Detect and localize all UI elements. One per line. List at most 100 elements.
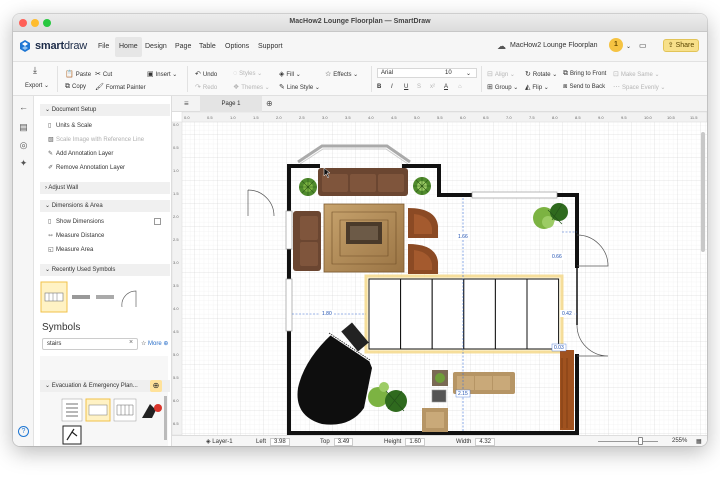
collapse-arrow-icon[interactable]: ← xyxy=(18,102,29,113)
fill-button[interactable]: ◈ Fill ⌄ xyxy=(279,70,301,78)
recently-used-section[interactable]: ⌄ Recently Used Symbols xyxy=(40,264,170,276)
add-page-icon[interactable]: ⊕ xyxy=(266,99,273,108)
floorplan-svg[interactable]: 0.0 0.5 1.0 1.5 2.0 2.5 3.0 3.5 4.0 4.5 5.0 5.5 6.0 6… xyxy=(172,112,707,435)
zoom-slider[interactable] xyxy=(598,441,658,442)
horizontal-ruler[interactable] xyxy=(181,112,707,123)
library-scrollbar[interactable] xyxy=(164,396,167,440)
ruler-tick-label: 0.5 xyxy=(207,115,213,120)
line-style-button[interactable]: ✎ Line Style ⌄ xyxy=(279,83,320,91)
group-button[interactable]: ⊞ Group ⌄ xyxy=(487,83,518,91)
measure-distance-item[interactable]: ⇿ Measure Distance xyxy=(48,232,104,239)
document-name[interactable]: MacHow2 Lounge Floorplan xyxy=(510,42,598,49)
map-icon[interactable]: ▦ xyxy=(696,438,702,445)
rotate-button[interactable]: ↻ Rotate ⌄ xyxy=(525,70,557,78)
cut-button[interactable]: ✂ Cut xyxy=(95,70,112,78)
space-evenly-button[interactable]: ⋯ Space Evenly ⌄ xyxy=(613,83,665,91)
stair-tread[interactable] xyxy=(368,278,402,350)
user-menu-chevron-icon[interactable]: ⌄ xyxy=(626,43,631,50)
copy-button[interactable]: ⧉ Copy xyxy=(65,83,86,91)
flip-button[interactable]: ◭ Flip ⌄ xyxy=(525,83,549,91)
font-family-select[interactable]: Arial 10 ⌄ xyxy=(377,68,477,78)
menu-design[interactable]: Design xyxy=(145,43,167,50)
underline-button[interactable]: U xyxy=(404,84,408,90)
align-button[interactable]: ⊟ Align ⌄ xyxy=(487,70,515,78)
add-annotation-item[interactable]: ✎ Add Annotation Layer xyxy=(48,150,113,157)
cloud-sync-icon[interactable]: ☁ xyxy=(497,41,506,52)
width-field[interactable]: Width 4.32 xyxy=(456,438,496,446)
adjust-wall-section[interactable]: › Adjust Wall xyxy=(40,182,170,194)
symbol-stairs-1[interactable] xyxy=(61,398,83,422)
database-icon[interactable]: ◎ xyxy=(18,140,29,151)
show-dimensions-item[interactable]: ▯ Show Dimensions xyxy=(48,218,104,225)
text-more-icon[interactable]: ⌂ xyxy=(458,84,462,90)
stair-tread[interactable] xyxy=(431,278,465,350)
bring-to-front-button[interactable]: ⧉ Bring to Front xyxy=(563,70,606,78)
share-button[interactable]: ⇪ Share xyxy=(663,39,699,52)
bold-button[interactable]: B xyxy=(377,84,381,90)
zoom-slider-handle[interactable] xyxy=(638,437,643,445)
stair-tread[interactable] xyxy=(526,278,560,350)
make-same-button[interactable]: ⊡ Make Same ⌄ xyxy=(613,70,660,78)
sparkle-icon[interactable]: ✦ xyxy=(18,158,29,169)
zoom-level[interactable]: 255% xyxy=(672,438,687,444)
stair-tread[interactable] xyxy=(494,278,528,350)
redo-button[interactable]: ↷ Redo xyxy=(195,83,217,91)
remove-annotation-item[interactable]: ✐ Remove Annotation Layer xyxy=(48,164,125,171)
insert-button[interactable]: ▣ Insert ⌄ xyxy=(147,70,177,78)
coffee-table[interactable] xyxy=(346,222,382,244)
menu-home[interactable]: Home xyxy=(115,37,142,57)
side-chair[interactable] xyxy=(422,408,448,432)
units-scale-item[interactable]: ▯ Units & Scale xyxy=(48,122,92,129)
font-color-button[interactable]: A xyxy=(444,84,448,90)
paste-button[interactable]: 📋 Paste xyxy=(65,70,91,78)
menu-page[interactable]: Page xyxy=(175,43,191,50)
symbol-search-input[interactable]: stairs xyxy=(42,338,138,350)
left-field[interactable]: Left 3.98 xyxy=(256,438,290,446)
sofa-left[interactable] xyxy=(293,211,321,271)
page-tab-1[interactable]: Page 1 xyxy=(200,96,262,112)
superscript-button[interactable]: x² xyxy=(430,84,435,90)
scale-image-item[interactable]: ▧ Scale Image with Reference Line xyxy=(48,136,144,143)
strikethrough-button[interactable]: S xyxy=(417,84,421,90)
evacuation-add-button[interactable]: ⊕ xyxy=(150,380,162,392)
undo-button[interactable]: ↶ Undo xyxy=(195,70,217,78)
drawing-canvas[interactable]: ≡ Page 1 ⊕ 0.0 0.5 1.0 1.5 2.0 2.5 3.0 3.5 4 xyxy=(172,96,707,446)
document-setup-section[interactable]: ⌄ Document Setup xyxy=(40,104,170,116)
vertical-scrollbar[interactable] xyxy=(701,132,705,252)
show-dimensions-checkbox[interactable] xyxy=(154,218,161,225)
recent-symbol-door[interactable] xyxy=(121,290,137,308)
menu-options[interactable]: Options xyxy=(225,43,249,50)
height-field[interactable]: Height 1.60 xyxy=(384,438,426,446)
help-icon[interactable]: ? xyxy=(18,426,29,437)
fire-extinguisher-icon[interactable] xyxy=(142,404,162,418)
more-symbols-button[interactable]: ☆ More ⊕ xyxy=(141,340,168,347)
clear-search-icon[interactable]: × xyxy=(129,339,133,346)
export-button[interactable]: Export ⌄ xyxy=(25,82,49,89)
recent-symbol-window[interactable] xyxy=(96,295,114,299)
pages-menu-icon[interactable]: ≡ xyxy=(184,99,189,108)
user-avatar[interactable]: 1 xyxy=(609,38,623,52)
layer-selector[interactable]: ◈ Layer-1 xyxy=(206,438,233,445)
ruler-tick-label: 0.0 xyxy=(184,115,190,120)
export-icon[interactable]: ⤓ xyxy=(33,65,37,76)
screen-icon[interactable]: ▭ xyxy=(639,41,647,50)
effects-button[interactable]: ☆ Effects ⌄ xyxy=(325,70,358,78)
top-field[interactable]: Top 3.49 xyxy=(320,438,354,446)
format-painter-button[interactable]: 🖌 Format Painter xyxy=(95,83,146,91)
menu-table[interactable]: Table xyxy=(199,43,216,50)
toolbox-icon[interactable]: ▤ xyxy=(18,122,29,133)
stair-tread[interactable] xyxy=(463,278,496,350)
stairs-selected[interactable] xyxy=(368,278,560,350)
italic-button[interactable]: I xyxy=(391,84,393,90)
menu-support[interactable]: Support xyxy=(258,43,283,50)
stair-tread[interactable] xyxy=(400,278,433,350)
dimensions-area-section[interactable]: ⌄ Dimensions & Area xyxy=(40,200,170,212)
send-to-back-button[interactable]: ⧈ Send to Back xyxy=(563,83,605,91)
styles-button[interactable]: ◌ Styles ⌄ xyxy=(233,70,262,77)
recent-symbol-wall[interactable] xyxy=(72,295,90,299)
menu-file[interactable]: File xyxy=(98,43,109,50)
emergency-exit-icon[interactable] xyxy=(62,425,82,445)
measure-area-item[interactable]: ◱ Measure Area xyxy=(48,246,93,253)
themes-button[interactable]: ❖ Themes ⌄ xyxy=(233,83,270,91)
sofa-top[interactable] xyxy=(318,168,408,196)
